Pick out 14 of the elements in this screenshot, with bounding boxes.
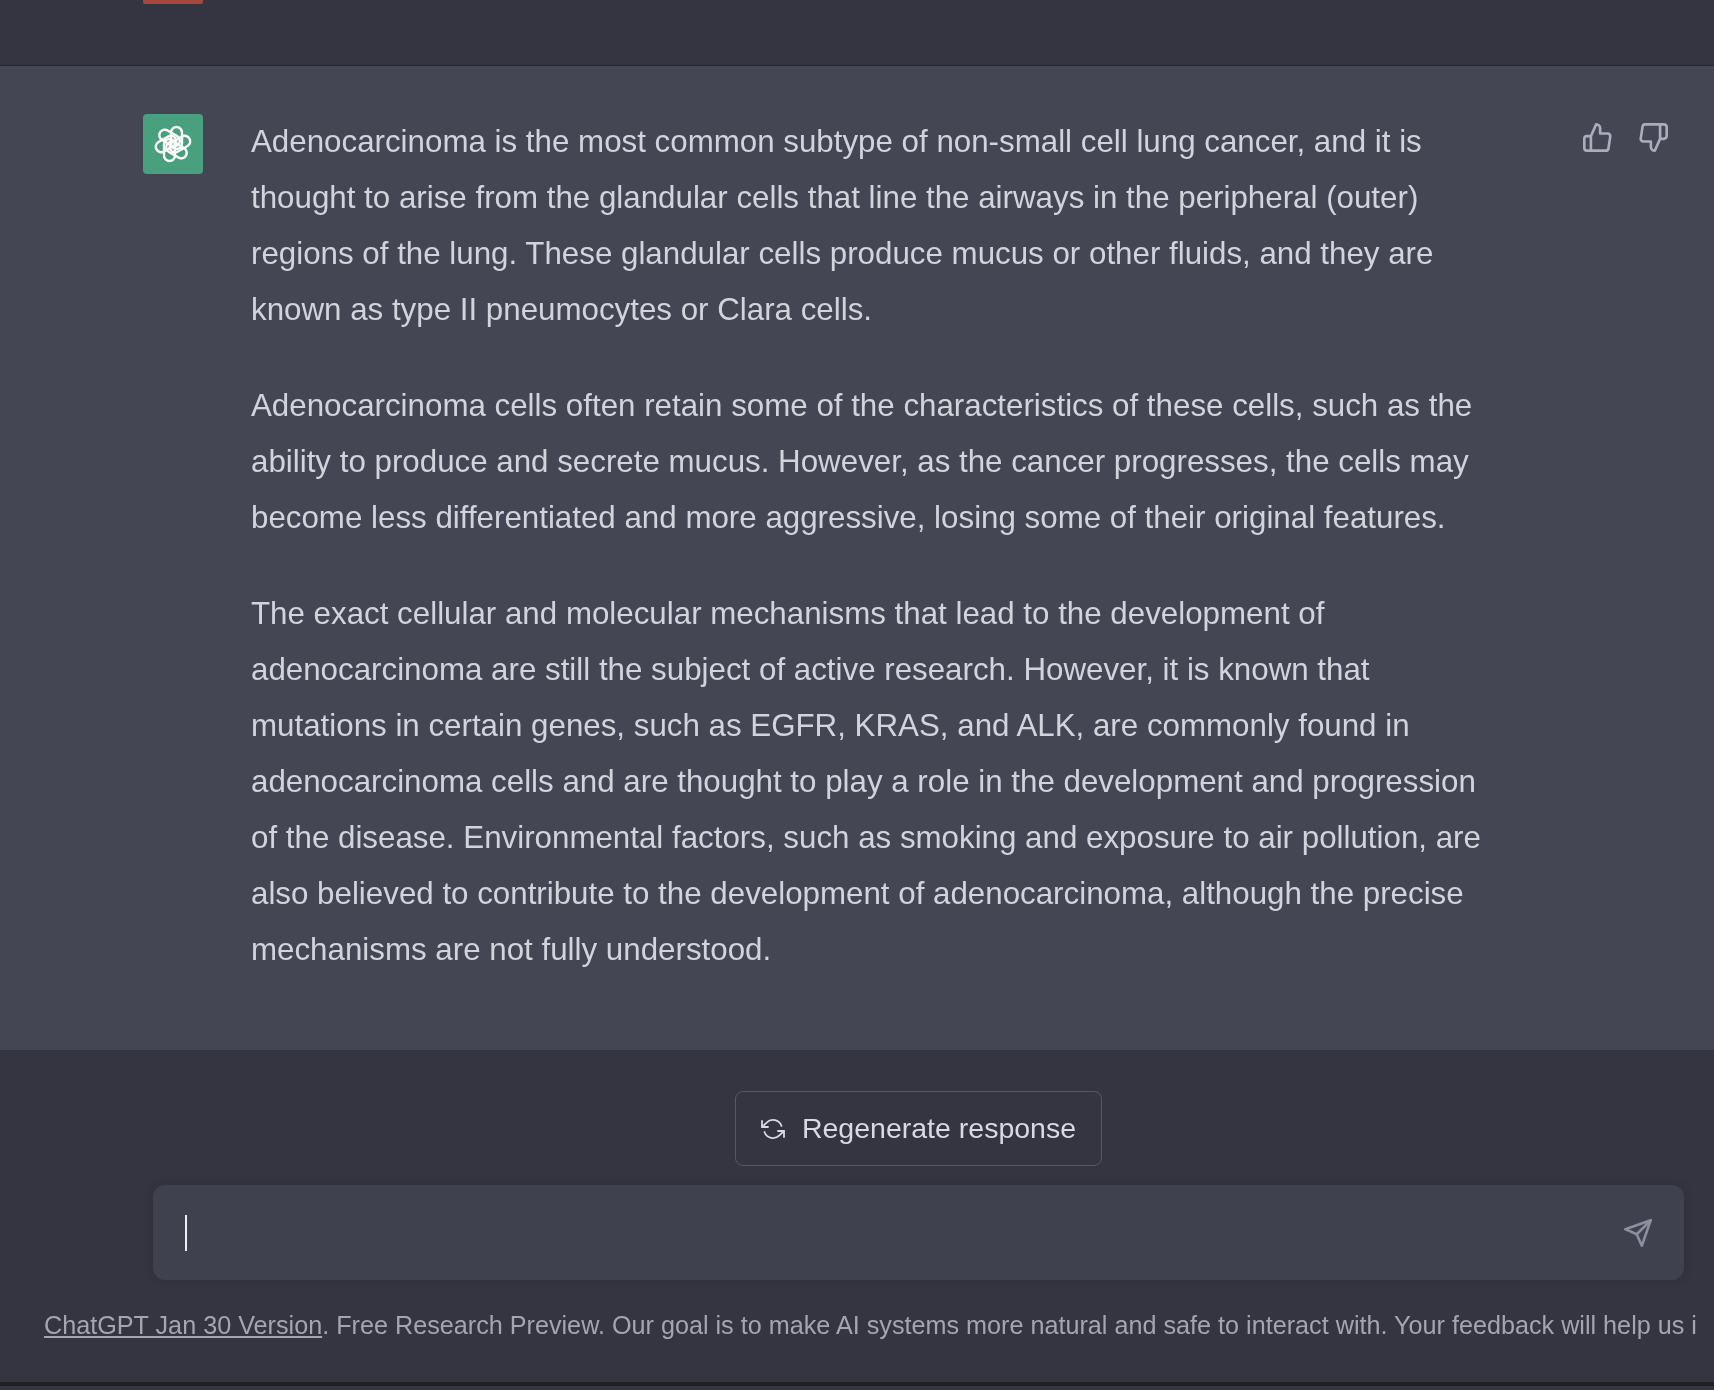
regenerate-button[interactable]: Regenerate response [734,1091,1103,1166]
response-paragraph: Adenocarcinoma is the most common subtype of non-small cell lung cancer, and it is thought to arise from the glandular cells that line the airways in the peripheral (outer) regions of the lung. These glandular cells produce mucus or other fluids, and they are known as type II pneumocytes or Clara cells. [251,123,1435,329]
thumbs-down-icon[interactable] [1639,123,1668,152]
user-avatar [143,0,203,4]
version-link[interactable]: ChatGPT Jan 30 Version [44,1311,323,1339]
logo-icon [143,114,203,174]
text-cursor-icon [185,1214,187,1251]
footer-text: ChatGPT Jan 30 Version. Free Research Preview. Our goal is to make AI systems more natural and safe to interact with. Your feedback will help us i [43,1310,1698,1340]
refresh-icon [760,1118,785,1139]
send-icon[interactable] [1624,1218,1652,1247]
response-paragraph: The exact cellular and molecular mechanisms that lead to the development of adenocarcinoma are still the subject of active research. However, it is known that mutations in certain genes, such as EGFR, KRAS, and ALK, are commonly found in adenocarcinoma cells and are thought to play a role in the development and progression of the disease. Environmental factors, such as smoking and exposure to air pollution, are also believed to contribute to the development of adenocarcinoma, although the precise mechanisms are not fully understood. [251,595,1482,969]
message-input-field[interactable] [153,1185,1684,1280]
thumbs-up-icon[interactable] [1583,123,1612,152]
response-paragraph: Adenocarcinoma cells often retain some of the characteristics of these cells, such as the ability to produce and secrete mucus. However, as the cancer progresses, the cells may become less differentiated and more aggressive, losing some of their original features. [251,387,1474,537]
